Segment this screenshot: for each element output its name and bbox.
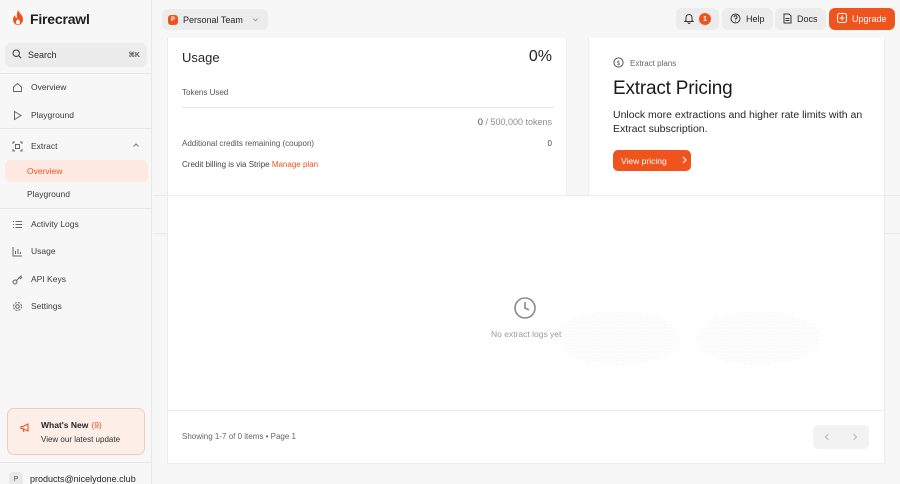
usage-card: Usage 0% Tokens Used 0 / 500,000 tokens … <box>167 38 567 195</box>
pagination-controls <box>813 425 869 449</box>
chevron-down-icon <box>252 15 259 25</box>
divider <box>0 128 152 129</box>
upgrade-button[interactable]: Upgrade <box>829 8 895 30</box>
credits-value: 0 <box>547 139 552 148</box>
brand[interactable]: Firecrawl <box>12 10 90 27</box>
pricing-description: Unlock more extractions and higher rate … <box>613 109 863 135</box>
bell-icon <box>683 13 695 26</box>
chevron-right-icon <box>853 433 858 441</box>
sidebar-item-label: Extract <box>31 141 58 151</box>
document-icon <box>783 13 792 26</box>
notifications-button[interactable]: 1 <box>676 8 719 30</box>
extract-plans-label: Extract plans <box>630 59 677 68</box>
main-content: Usage 0% Tokens Used 0 / 500,000 tokens … <box>153 38 900 484</box>
dollar-circle-icon: $ <box>613 57 624 70</box>
key-icon <box>11 273 23 285</box>
sidebar-item-extract[interactable]: Extract <box>5 135 148 157</box>
extract-pricing-card: $ Extract plans Extract Pricing Unlock m… <box>588 38 885 195</box>
pagination-summary: Showing 1-7 of 0 items • Page 1 <box>182 432 296 441</box>
help-label: Help <box>746 14 765 24</box>
sidebar-item-label: Usage <box>31 246 56 256</box>
sidebar-item-label: Overview <box>31 82 67 92</box>
sidebar-item-label: Playground <box>31 110 75 120</box>
previous-page-button[interactable] <box>813 425 841 449</box>
divider <box>0 73 152 74</box>
sidebar-item-overview[interactable]: Overview <box>5 76 148 98</box>
search-shortcut: ⌘K <box>128 52 140 59</box>
extract-icon <box>11 140 23 152</box>
clock-icon <box>513 296 537 322</box>
chevron-left-icon <box>824 433 829 441</box>
docs-button[interactable]: Docs <box>775 8 826 30</box>
team-avatar: P <box>168 14 178 25</box>
whats-new-title: What's New (9) <box>41 420 102 430</box>
usage-progress-bar <box>182 107 554 108</box>
svg-text:$: $ <box>616 59 620 67</box>
search-icon <box>12 49 22 61</box>
credits-label: Additional credits remaining (coupon) <box>182 139 315 148</box>
sidebar-item-api-keys[interactable]: API Keys <box>5 268 148 290</box>
megaphone-icon <box>20 423 31 435</box>
sidebar-item-settings[interactable]: Settings <box>5 295 148 317</box>
play-icon <box>11 109 23 121</box>
sidebar: Firecrawl Search ⌘K Overview Playground … <box>0 0 152 484</box>
docs-label: Docs <box>797 14 818 24</box>
manage-plan-link[interactable]: Manage plan <box>272 160 318 169</box>
sidebar-item-label: Playground <box>27 189 71 199</box>
user-menu[interactable]: P products@nicelydone.club <box>9 472 136 484</box>
whats-new-count: (9) <box>91 420 102 430</box>
tokens-used-value: 0 <box>477 117 483 127</box>
decorative-dots <box>556 311 680 365</box>
sidebar-item-label: Activity Logs <box>31 219 79 229</box>
sidebar-item-extract-playground[interactable]: Playground <box>5 183 148 205</box>
upgrade-label: Upgrade <box>852 14 887 24</box>
whats-new-subtitle: View our latest update <box>41 435 121 444</box>
pricing-title: Extract Pricing <box>613 78 733 99</box>
list-icon <box>11 218 23 230</box>
sidebar-item-activity-logs[interactable]: Activity Logs <box>5 213 148 235</box>
help-circle-icon <box>730 13 741 26</box>
notification-badge: 1 <box>699 13 711 25</box>
whats-new-label: What's New <box>41 420 89 430</box>
sidebar-item-playground[interactable]: Playground <box>5 104 148 126</box>
avatar: P <box>9 472 23 484</box>
user-email: products@nicelydone.club <box>30 474 136 484</box>
logs-toolbar <box>167 195 885 233</box>
help-button[interactable]: Help <box>722 8 773 30</box>
divider <box>0 462 152 463</box>
view-pricing-label: View pricing <box>621 155 667 166</box>
app-name: Firecrawl <box>30 10 90 27</box>
billing-info: Credit billing is via Stripe Manage plan <box>182 160 318 169</box>
home-icon <box>11 81 23 93</box>
sidebar-item-label: Overview <box>27 166 63 176</box>
tokens-used-label: Tokens Used <box>182 88 229 97</box>
chevron-right-icon <box>681 156 688 166</box>
usage-title: Usage <box>182 50 220 65</box>
upgrade-icon <box>837 13 847 25</box>
sidebar-item-usage[interactable]: Usage <box>5 240 148 262</box>
bar-chart-icon <box>11 245 23 257</box>
sidebar-item-extract-overview[interactable]: Overview <box>5 160 148 182</box>
pagination-footer: Showing 1-7 of 0 items • Page 1 <box>167 411 885 464</box>
sidebar-item-label: Settings <box>31 301 62 311</box>
team-name: Personal Team <box>183 14 243 25</box>
extract-plans-tag: $ Extract plans <box>613 57 676 70</box>
firecrawl-logo-icon <box>12 10 24 27</box>
empty-state-text: No extract logs yet <box>491 329 562 339</box>
whats-new-card[interactable]: What's New (9) View our latest update <box>7 408 145 455</box>
usage-percent: 0% <box>528 48 552 65</box>
billing-text: Credit billing is via Stripe <box>182 160 272 169</box>
tokens-total: / 500,000 tokens <box>485 117 552 127</box>
search-label: Search <box>28 50 57 60</box>
next-page-button[interactable] <box>841 425 869 449</box>
search-button[interactable]: Search ⌘K <box>5 43 147 67</box>
sidebar-item-label: API Keys <box>31 274 66 284</box>
chevron-up-icon <box>132 141 140 151</box>
tokens-count: 0 / 500,000 tokens <box>478 117 552 127</box>
team-switcher[interactable]: P Personal Team <box>162 9 268 30</box>
gear-icon <box>11 300 23 312</box>
decorative-dots <box>696 311 820 365</box>
divider <box>0 208 152 209</box>
view-pricing-button[interactable]: View pricing <box>613 150 691 171</box>
